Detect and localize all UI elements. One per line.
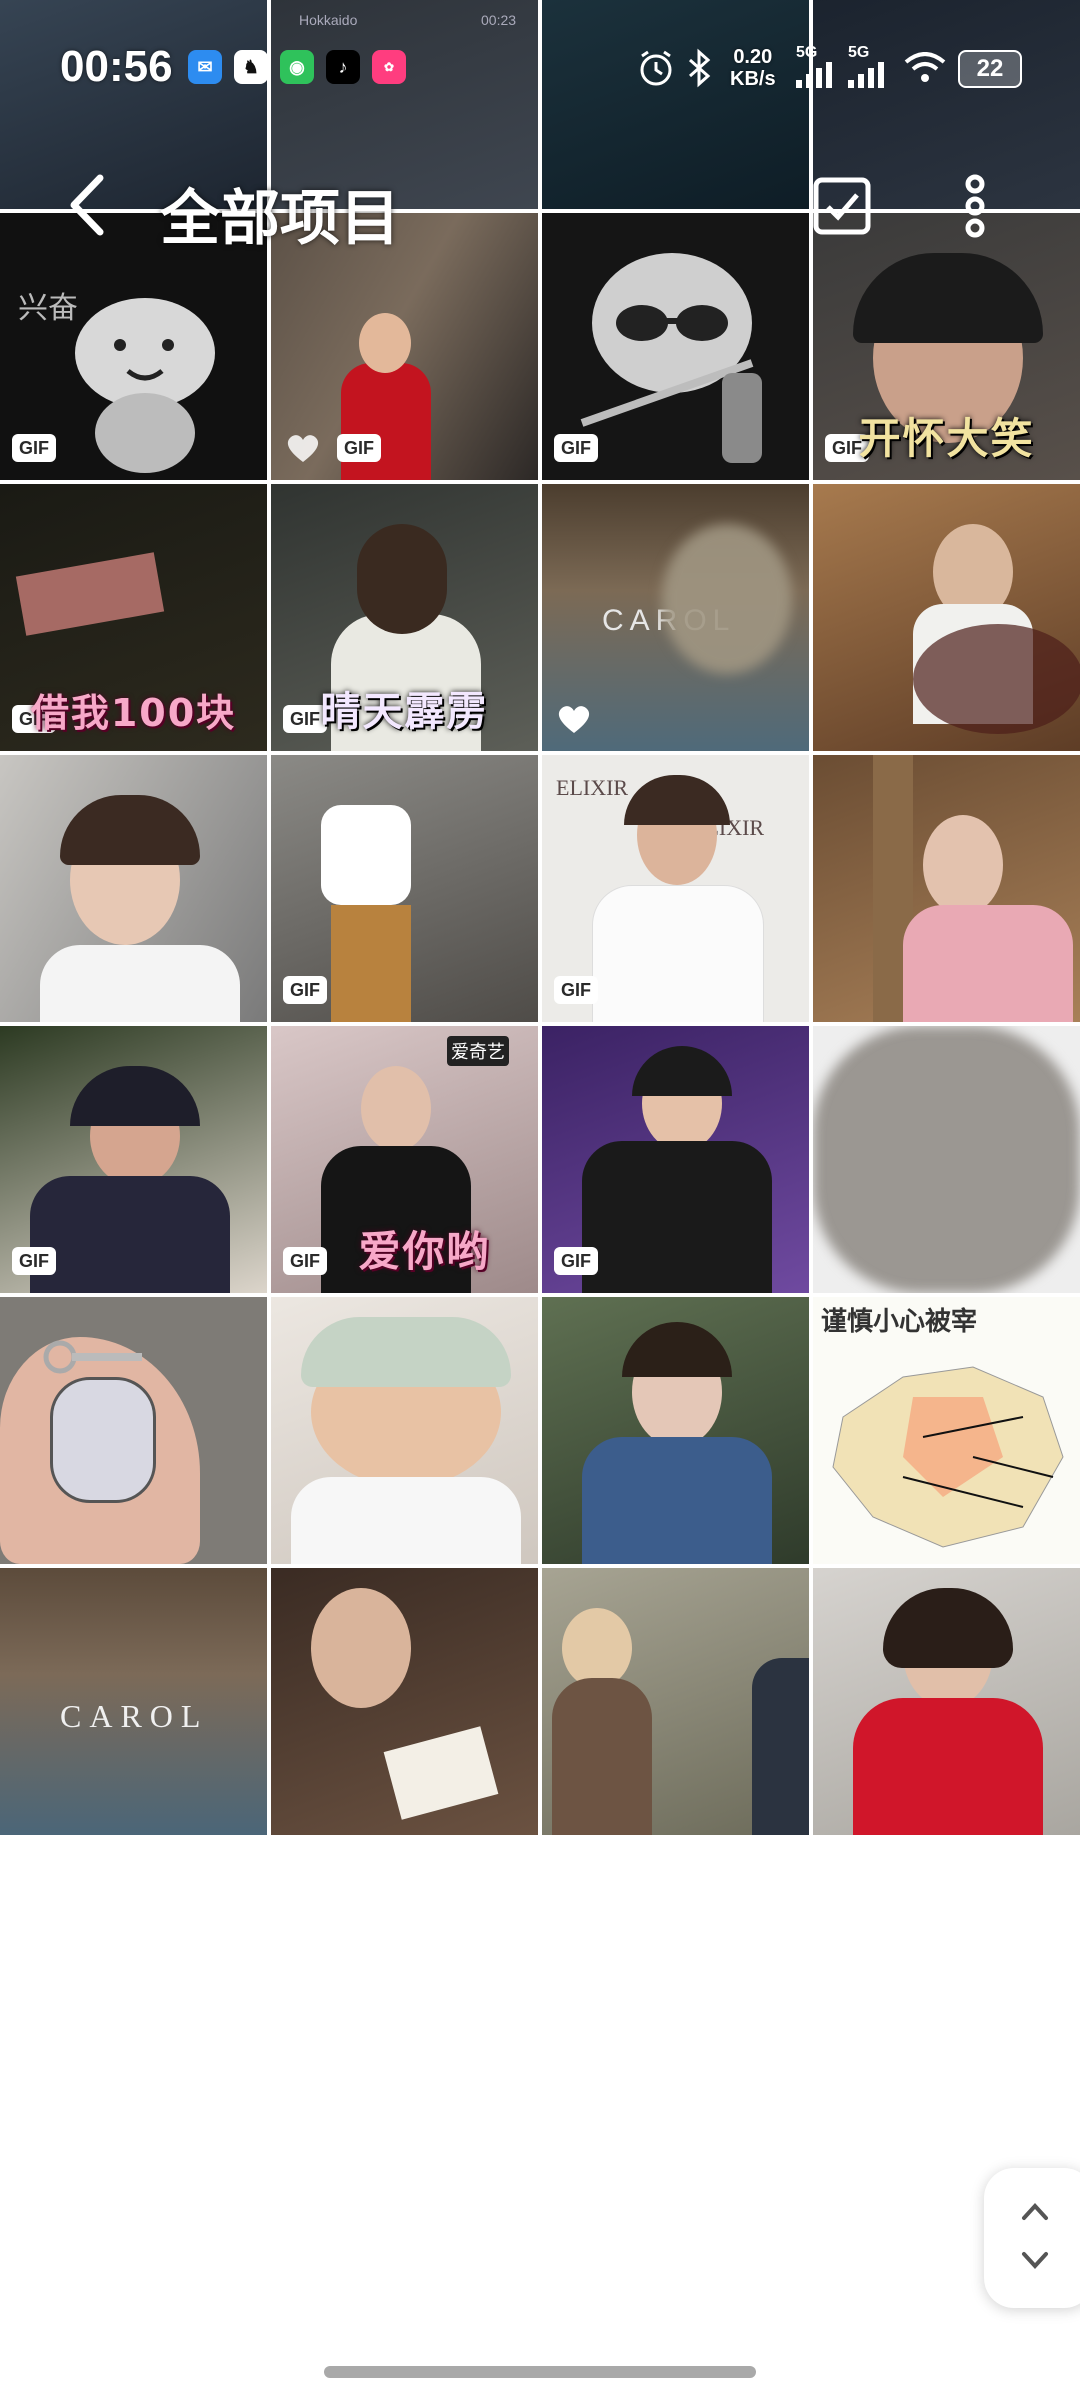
home-indicator[interactable] (324, 2366, 756, 2378)
network-speed: 0.20 KB/s (730, 46, 776, 90)
alarm-icon (640, 50, 672, 86)
gif-badge: GIF (12, 1247, 56, 1275)
gif-badge: GIF (554, 1247, 598, 1275)
gif-badge: GIF (337, 434, 381, 462)
photo-tile[interactable]: GIF 晴天霹雳 (271, 484, 538, 751)
photo-tile[interactable]: CAROL (542, 484, 809, 751)
chevron-up-icon[interactable] (1020, 2200, 1050, 2222)
photo-tile[interactable]: GIF 借我100块 (0, 484, 267, 751)
elixir-logo-text: ELIXIR (556, 775, 629, 800)
photo-tile[interactable]: 爱奇艺 GIF 爱你哟 (271, 1026, 538, 1293)
caption-text: 开怀大笑 (858, 414, 1035, 463)
gif-badge: GIF (554, 976, 598, 1004)
gif-badge: GIF (283, 976, 327, 1004)
battery-indicator: 22 (958, 50, 1022, 88)
photo-tile[interactable]: CAROL (0, 1568, 267, 1835)
caption-text: 晴天霹雳 (320, 689, 489, 735)
select-checkbox-icon[interactable] (812, 176, 872, 236)
caption-text: 借我100块 (30, 691, 237, 735)
signal-strength-2-icon: 5G (848, 44, 900, 88)
pink-app-icon: ✿ (372, 50, 406, 84)
sticker-mascot-image (75, 298, 215, 473)
favorite-heart-icon (558, 706, 590, 733)
page-title: 全部项目 (160, 184, 400, 254)
tiktok-icon: ♪ (326, 50, 360, 84)
bluetooth-icon (689, 48, 711, 88)
wifi-icon (904, 52, 946, 82)
signal-strength-1-icon: 5G (796, 44, 848, 88)
photo-tile[interactable]: 谨慎小心被宰 (813, 1297, 1080, 1564)
photo-tile[interactable] (542, 1568, 809, 1835)
photo-tile[interactable] (813, 1568, 1080, 1835)
signal-type-label: 5G (848, 44, 870, 61)
gif-badge: GIF (554, 434, 598, 462)
map-title-text: 谨慎小心被宰 (821, 1307, 978, 1337)
qq-icon: ♞ (234, 50, 268, 84)
photo-tile[interactable] (542, 1297, 809, 1564)
photo-tile[interactable]: ELIXIR ELIXIR GIF (542, 755, 809, 1022)
photo-tile[interactable] (271, 1297, 538, 1564)
photo-tile[interactable] (271, 1568, 538, 1835)
photo-tile[interactable] (0, 1297, 267, 1564)
fast-scroll-control[interactable] (984, 2168, 1080, 2308)
clock-time: 00:56 (60, 42, 173, 91)
network-speed-unit: KB/s (730, 68, 776, 90)
photo-grid: Hokkaido 00:23 兴奋 GIF GIF GIF GIF 开怀大笑 G… (0, 0, 1080, 1835)
poster-title: CAROL (60, 1698, 209, 1734)
photo-tile[interactable]: GIF (542, 1026, 809, 1293)
photo-tile[interactable] (813, 1026, 1080, 1293)
iqiyi-logo-text: 爱奇艺 (447, 1036, 509, 1066)
photo-tile[interactable] (813, 755, 1080, 1022)
more-options-icon[interactable] (950, 170, 1000, 240)
photo-tile[interactable] (0, 755, 267, 1022)
back-arrow-icon[interactable] (60, 170, 120, 240)
favorite-heart-icon (287, 435, 319, 462)
key-image (43, 1340, 142, 1374)
gif-badge: GIF (12, 434, 56, 462)
mail-icon: ✉ (188, 50, 222, 84)
network-speed-value: 0.20 (733, 46, 773, 68)
chevron-down-icon[interactable] (1020, 2250, 1050, 2272)
signal-type-label: 5G (796, 44, 818, 61)
photo-tile[interactable] (813, 484, 1080, 751)
title-bar: 全部项目 (0, 150, 1080, 260)
photo-tile[interactable]: GIF (271, 755, 538, 1022)
photo-tile[interactable]: GIF (0, 1026, 267, 1293)
china-map-image (832, 1366, 1064, 1548)
status-bar: 00:56 ✉ ♞ ◉ ♪ ✿ 0.20 KB/s 5G 5G 22 (0, 0, 1080, 130)
caption-text: 爱你哟 (358, 1227, 491, 1276)
wechat-icon: ◉ (280, 50, 314, 84)
